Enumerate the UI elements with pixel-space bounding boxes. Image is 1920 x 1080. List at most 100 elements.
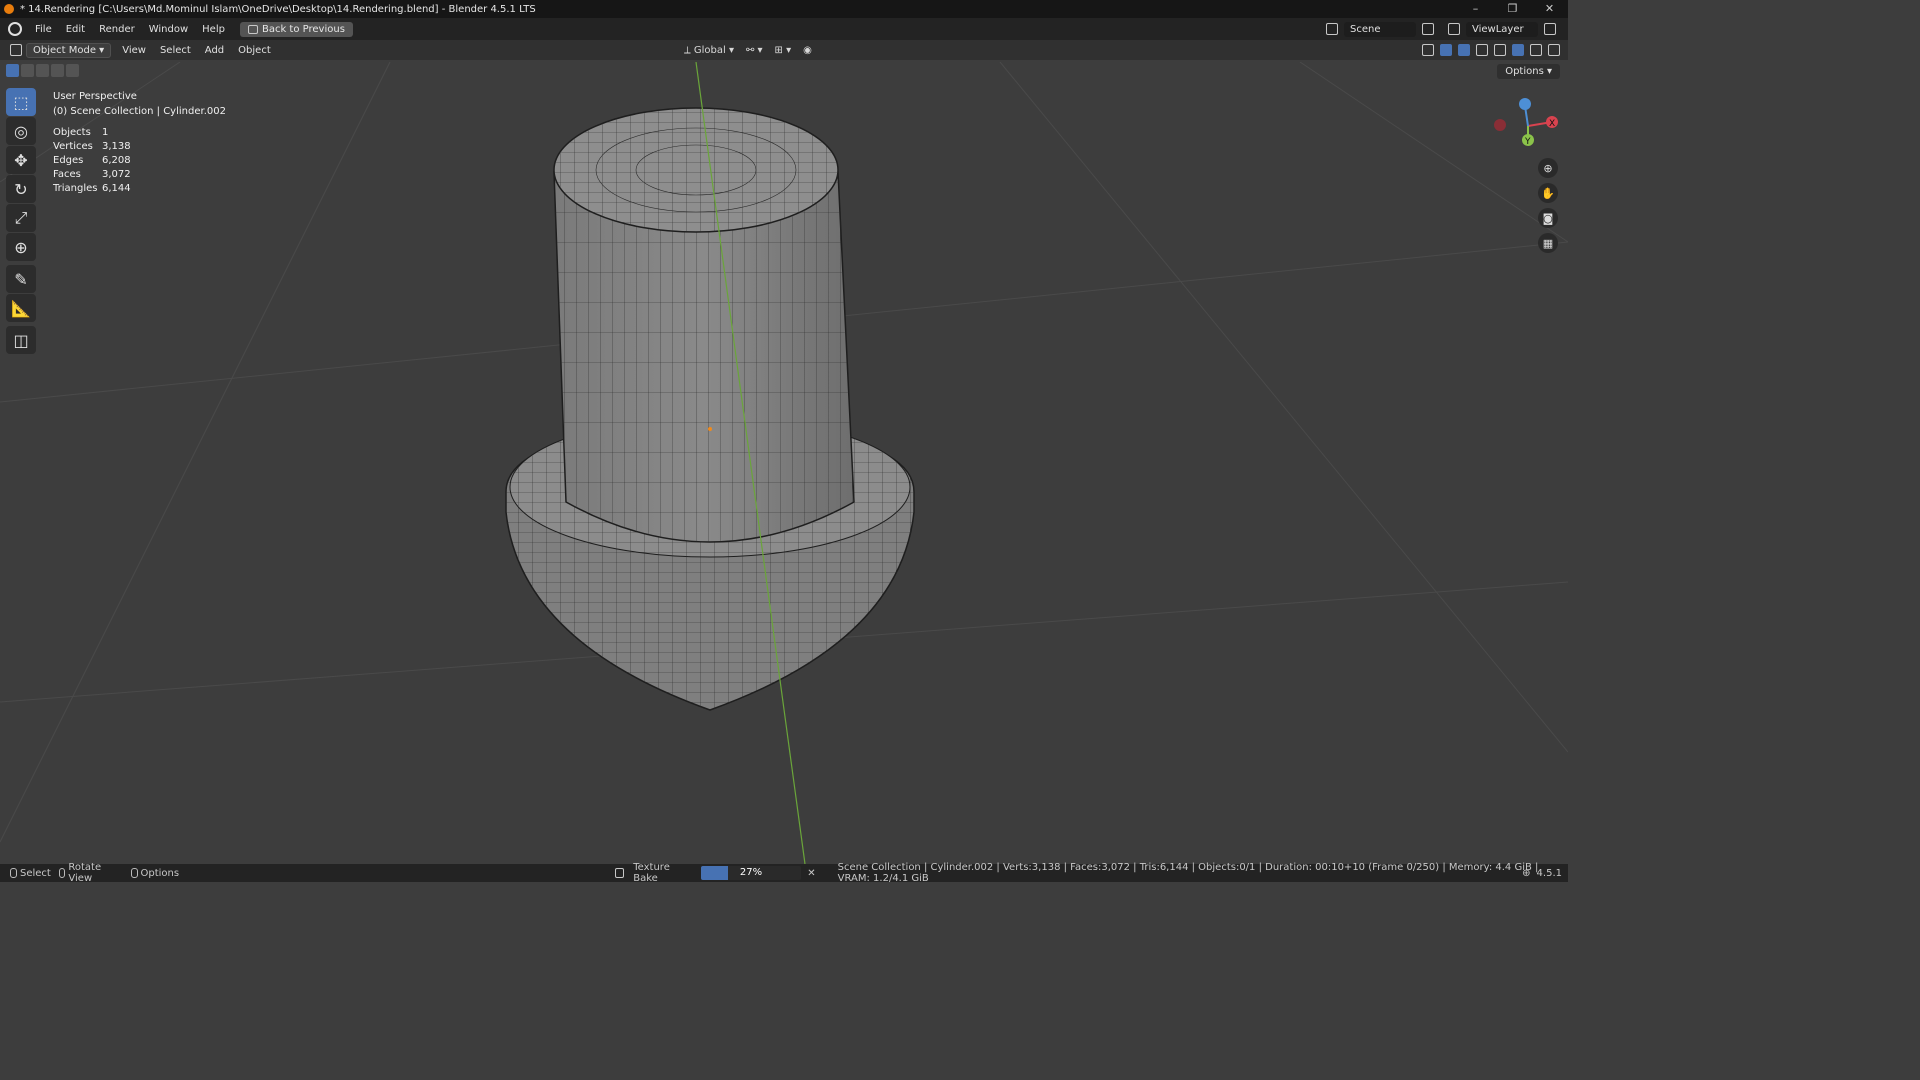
hint-rotate-label: Rotate View	[68, 862, 102, 884]
back-icon	[247, 24, 258, 34]
progress-label: 27%	[739, 867, 763, 878]
proportional-edit-icon[interactable]: ◉	[803, 45, 812, 56]
menu-window[interactable]: Window	[142, 24, 195, 35]
object-origin	[708, 427, 712, 431]
select-extend-icon[interactable]	[21, 64, 34, 77]
options-label: Options	[1505, 66, 1544, 77]
window-title: * 14.Rendering [C:\Users\Md.Mominul Isla…	[20, 3, 536, 15]
stat-label: Objects	[53, 127, 91, 138]
back-to-previous-button[interactable]: Back to Previous	[239, 21, 353, 37]
cursor-tool-icon[interactable]: ◎	[6, 117, 36, 145]
minimize-button[interactable]: –	[1457, 0, 1494, 18]
3d-viewport[interactable]	[0, 62, 1568, 864]
add-cube-tool-icon[interactable]: ◫	[6, 326, 36, 354]
zoom-icon[interactable]: ⊕	[1538, 158, 1558, 178]
transform-controls: ⟂ Global ▾ ⚯ ▾ ⊞ ▾ ◉	[684, 40, 812, 60]
scale-tool-icon[interactable]: ⤢	[6, 204, 36, 232]
xray-icon[interactable]	[1476, 44, 1488, 56]
view-layer-field[interactable]: ViewLayer	[1466, 21, 1538, 37]
solid-shading-icon[interactable]	[1512, 44, 1524, 56]
mouse-left-icon	[10, 868, 17, 878]
hint-select: Select	[6, 868, 55, 879]
title-bar: * 14.Rendering [C:\Users\Md.Mominul Isla…	[0, 0, 1568, 18]
transform-tool-icon[interactable]: ⊕	[6, 233, 36, 261]
select-new-icon[interactable]	[6, 64, 19, 77]
top-menu-bar: File Edit Render Window Help Back to Pre…	[0, 18, 1568, 40]
menu-render[interactable]: Render	[92, 24, 142, 35]
viewport-info: User Perspective (0) Scene Collection | …	[53, 89, 226, 119]
material-shading-icon[interactable]	[1530, 44, 1542, 56]
viewport-shading-controls	[1422, 40, 1560, 60]
measure-tool-icon[interactable]: 📐	[6, 294, 36, 322]
navigation-gizmo[interactable]: X Y	[1490, 96, 1560, 152]
status-bar: Select Rotate View Options Texture Bake …	[0, 862, 1568, 884]
stat-value: 6,208	[102, 155, 131, 166]
select-intersect-icon[interactable]	[66, 64, 79, 77]
orientation-label: Global	[693, 44, 726, 56]
new-view-layer-icon[interactable]	[1544, 23, 1556, 35]
cylinder-mesh	[505, 107, 915, 711]
visibility-icon[interactable]	[1422, 44, 1434, 56]
stat-value: 6,144	[102, 183, 131, 194]
back-to-previous-label: Back to Previous	[261, 23, 345, 35]
hint-rotate: Rotate View	[55, 862, 127, 884]
wireframe-shading-icon[interactable]	[1494, 44, 1506, 56]
select-box-tool-icon[interactable]: ⬚	[6, 88, 36, 116]
menu-view[interactable]: View	[115, 45, 153, 56]
version-info: ⊕ 4.5.1	[1522, 864, 1562, 882]
view-layer-icon[interactable]	[1448, 23, 1460, 35]
options-dropdown[interactable]: Options ▾	[1497, 64, 1560, 79]
rotate-tool-icon[interactable]: ↻	[6, 175, 36, 203]
blender-logo-icon	[4, 4, 14, 14]
menu-file[interactable]: File	[28, 24, 59, 35]
stat-row: Edges 6,208	[53, 154, 131, 168]
menu-edit[interactable]: Edit	[59, 24, 92, 35]
orientation-dropdown[interactable]: ⟂ Global ▾	[684, 45, 734, 56]
collection-label: (0) Scene Collection | Cylinder.002	[53, 106, 226, 117]
z-axis-icon	[1519, 98, 1531, 110]
rendered-shading-icon[interactable]	[1548, 44, 1560, 56]
move-tool-icon[interactable]: ✥	[6, 146, 36, 174]
stat-label: Triangles	[53, 183, 98, 194]
menu-object[interactable]: Object	[231, 45, 278, 56]
mode-dropdown[interactable]: Object Mode ▾	[26, 42, 112, 58]
pivot-icon[interactable]: ⚯ ▾	[746, 45, 763, 56]
stat-value: 3,138	[102, 141, 131, 152]
stat-row: Triangles 6,144	[53, 182, 131, 196]
network-icon: ⊕	[1522, 867, 1531, 879]
job-info: Texture Bake	[611, 862, 701, 884]
stat-label: Vertices	[53, 141, 93, 152]
blender-menu-icon[interactable]	[8, 22, 22, 36]
stat-row: Vertices 3,138	[53, 140, 131, 154]
hint-options-label: Options	[140, 867, 180, 879]
cancel-job-icon[interactable]: ✕	[803, 868, 819, 879]
menu-help[interactable]: Help	[195, 24, 232, 35]
scene-selectors: Scene ViewLayer	[1326, 18, 1556, 40]
select-subtract-icon[interactable]	[36, 64, 49, 77]
menu-add[interactable]: Add	[198, 45, 231, 56]
camera-view-icon[interactable]: ◙	[1538, 208, 1558, 228]
bake-icon	[615, 868, 625, 878]
hint-select-label: Select	[20, 867, 51, 879]
navigation-buttons: ⊕ ✋ ◙ ▦	[1538, 158, 1558, 253]
scene-icon[interactable]	[1326, 23, 1338, 35]
select-invert-icon[interactable]	[51, 64, 64, 77]
select-mode-buttons	[6, 64, 79, 77]
menu-select[interactable]: Select	[153, 45, 198, 56]
neg-x-axis-icon	[1494, 119, 1506, 131]
scene-field[interactable]: Scene	[1344, 21, 1416, 37]
editor-type-icon[interactable]	[10, 44, 22, 56]
stat-label: Edges	[53, 155, 84, 166]
mode-label: Object Mode	[33, 44, 96, 56]
overlay-toggle-icon[interactable]	[1458, 44, 1470, 56]
new-scene-icon[interactable]	[1422, 23, 1434, 35]
pan-hand-icon[interactable]: ✋	[1538, 183, 1558, 203]
maximize-button[interactable]: ❐	[1494, 0, 1531, 18]
mouse-middle-icon	[58, 868, 66, 878]
close-button[interactable]: ✕	[1531, 0, 1568, 18]
mouse-right-icon	[130, 868, 138, 878]
snap-icon[interactable]: ⊞ ▾	[775, 45, 792, 56]
ortho-grid-icon[interactable]: ▦	[1538, 233, 1558, 253]
annotate-tool-icon[interactable]: ✎	[6, 265, 36, 293]
gizmo-toggle-icon[interactable]	[1440, 44, 1452, 56]
